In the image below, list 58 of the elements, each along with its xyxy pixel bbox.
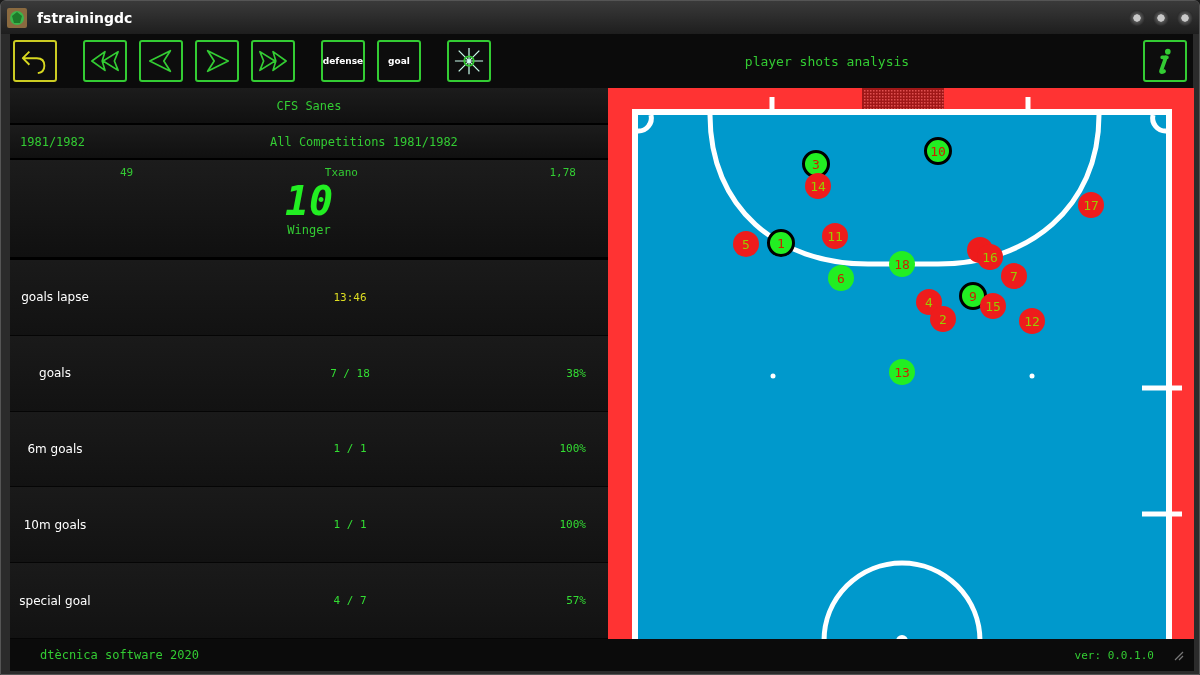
screen-title: player shots analysis <box>743 53 911 69</box>
shot-number: 14 <box>810 179 826 194</box>
shot-number: 4 <box>925 295 933 310</box>
shot-number: 1 <box>777 236 785 251</box>
shot-number: 5 <box>742 237 750 252</box>
stat-label: 10m goals <box>22 517 88 532</box>
stat-percent: 57% <box>566 594 586 608</box>
toolbar-button[interactable] <box>83 40 127 82</box>
stat-value: 4 / 7 <box>332 594 368 608</box>
toolbar-button[interactable] <box>251 40 295 82</box>
stat-percent: 38% <box>566 366 586 380</box>
stat-label: goals lapse <box>20 290 90 305</box>
version-label: ver: 0.0.1.0 <box>1074 648 1154 662</box>
stat-label: 6m goals <box>26 442 84 456</box>
app-icon <box>7 7 27 28</box>
stat-value: 13:46 <box>332 290 368 304</box>
player-number: 10 <box>284 179 334 223</box>
shot-number: 17 <box>1083 198 1099 213</box>
toolbar-button[interactable] <box>139 40 183 82</box>
toolbar-button[interactable] <box>195 40 239 82</box>
window-button[interactable] <box>1177 9 1193 26</box>
stat-value: 7 / 18 <box>329 366 371 380</box>
shot-number: 2 <box>939 312 947 327</box>
shot-number: 6 <box>837 271 845 286</box>
shot-number: 16 <box>982 250 998 265</box>
season-year: 1981/1982 <box>20 134 87 149</box>
stat-value: 1 / 1 <box>332 442 368 456</box>
shot-number: 3 <box>812 157 820 172</box>
shot-number: 13 <box>894 365 910 380</box>
stat-value: 1 / 1 <box>332 518 368 532</box>
player-stat: 1,78 <box>549 166 576 179</box>
network-icon <box>452 46 486 76</box>
window-title: fstrainingdc <box>37 9 134 26</box>
shot-number: 10 <box>930 144 946 159</box>
toolbar-button[interactable]: goal <box>377 40 421 82</box>
player-stat: 49 <box>120 166 134 179</box>
player-name: Txano <box>324 166 358 179</box>
info-button[interactable] <box>1143 40 1187 82</box>
window-button[interactable] <box>1153 9 1169 26</box>
competition-name: All Competitions 1981/1982 <box>270 134 458 149</box>
stat-label: special goal <box>18 593 92 608</box>
shot-number: 7 <box>1010 269 1018 284</box>
shot-number: 12 <box>1024 314 1040 329</box>
back-button[interactable] <box>13 40 57 82</box>
window-button[interactable] <box>1129 9 1145 26</box>
shot-number: 11 <box>827 229 843 244</box>
stat-percent: 100% <box>559 518 586 532</box>
resize-grip-icon[interactable] <box>1172 649 1184 661</box>
player-position: Winger <box>287 223 331 237</box>
stat-percent: 100% <box>559 442 586 456</box>
shot-number: 18 <box>894 257 910 272</box>
shot-number: 15 <box>985 299 1001 314</box>
stat-label: goals <box>38 366 72 381</box>
team-name: CFS Sanes <box>276 98 342 113</box>
toolbar-button[interactable]: defense <box>321 40 365 82</box>
shot-number: 9 <box>969 289 977 304</box>
toolbar-button[interactable] <box>447 40 491 82</box>
company-label: dtècnica software 2020 <box>40 648 200 662</box>
